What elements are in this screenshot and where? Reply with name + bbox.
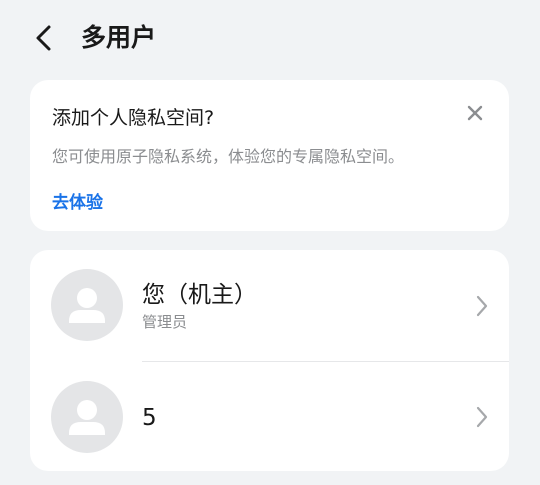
chevron-right-icon [476, 406, 488, 428]
person-icon [69, 400, 105, 435]
avatar [51, 381, 123, 453]
privacy-card-title: 添加个人隐私空间? [52, 107, 215, 129]
privacy-card-description: 您可使用原子隐私系统，体验您的专属隐私空间。 [52, 147, 405, 166]
person-icon [69, 288, 105, 323]
chevron-left-icon [36, 25, 51, 51]
user-name: 您（机主） [142, 282, 257, 308]
close-icon [467, 105, 483, 121]
user-name: 5 [142, 405, 157, 431]
user-row-owner[interactable]: 您（机主） 管理员 [30, 251, 509, 361]
top-app-bar: 多用户 [0, 0, 540, 78]
avatar [51, 269, 123, 341]
try-it-link[interactable]: 去体验 [52, 190, 103, 216]
back-button[interactable] [26, 18, 62, 58]
page-title: 多用户 [81, 23, 157, 52]
dismiss-button[interactable] [464, 102, 486, 124]
chevron-right-icon [476, 295, 488, 317]
user-role: 管理员 [142, 313, 188, 331]
user-row-5[interactable]: 5 [30, 362, 509, 472]
